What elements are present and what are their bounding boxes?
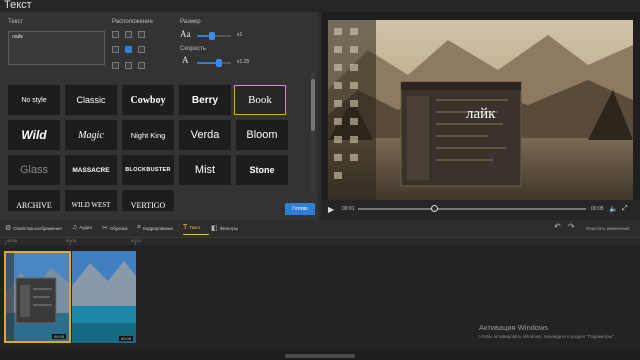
audio-icon: ♫ [72, 224, 78, 231]
undo-icon[interactable]: ↶ [554, 222, 561, 231]
style-cowboy[interactable]: Cowboy [122, 85, 174, 115]
text-input[interactable]: лайк [8, 31, 105, 65]
volume-icon[interactable]: 🔈 [609, 205, 618, 213]
seek-bar[interactable] [358, 205, 586, 212]
style-wild[interactable]: Wild [8, 120, 60, 150]
tab-label: Аудио [79, 225, 92, 230]
position-bottom-center[interactable] [125, 61, 132, 69]
tab-label: Свойства изображения [13, 225, 62, 231]
position-middle-center[interactable] [125, 46, 132, 54]
filter-icon: ◧ [211, 225, 218, 232]
position-label: Расположение [112, 19, 153, 25]
style-glass[interactable]: Glass [8, 155, 60, 185]
speed-label: Скорость [180, 46, 206, 52]
style-magic[interactable]: Magic [65, 120, 117, 150]
timeline-clip-2[interactable]: 00:05 [72, 251, 136, 343]
style-verda[interactable]: Verda [179, 120, 231, 150]
speed-icon: A [182, 55, 189, 65]
position-top-left[interactable] [112, 31, 119, 38]
clear-changes-button[interactable]: Очистить изменения [586, 226, 629, 231]
speed-slider[interactable] [197, 59, 231, 67]
preview-panel: лайк [321, 12, 640, 220]
tab-image-properties[interactable]: ⚙ Свойства изображения [5, 224, 62, 232]
size-value: x1 [237, 32, 243, 38]
position-top-right[interactable] [138, 31, 145, 38]
style-massacre[interactable]: MASSACRE [65, 155, 117, 185]
time-current: 00:01 [342, 206, 355, 212]
seek-knob[interactable] [431, 205, 438, 212]
tab-label: Кадрирование [142, 225, 174, 231]
timeline-ruler[interactable]: 00:00 00:05 00:10 [0, 237, 640, 245]
style-berry[interactable]: Berry [179, 85, 231, 115]
overlay-text[interactable]: лайк [466, 106, 495, 123]
clip-thumbnail [72, 251, 136, 343]
ruler-label: 00:00 [7, 238, 18, 243]
clip-duration: 00:05 [118, 336, 133, 341]
tab-audio[interactable]: ♫ Аудио [72, 224, 92, 231]
size-slider-knob[interactable] [209, 32, 215, 40]
window-title: Текст [4, 0, 32, 11]
player-controls: ▶ 00:01 00:05 🔈 ⤢ [321, 200, 640, 220]
tab-filters[interactable]: ◧ Фильтры [211, 224, 238, 232]
position-bottom-right[interactable] [138, 61, 145, 69]
tab-label: Обрезка [109, 225, 128, 231]
styles-scrollbar[interactable] [311, 73, 315, 193]
video-preview: лайк [328, 20, 633, 208]
ruler-label: 00:10 [131, 238, 142, 243]
tab-crop[interactable]: ⌗ Кадрирование [137, 224, 173, 232]
style-blockbuster[interactable]: BLOCKBUSTER [122, 155, 174, 185]
position-grid [112, 31, 152, 71]
text-icon: T [183, 224, 188, 231]
position-middle-left[interactable] [112, 46, 119, 54]
activation-watermark-title: Активация Windows [479, 323, 549, 332]
tab-label: Фильтры [219, 225, 238, 231]
size-icon: Aa [180, 29, 191, 39]
text-editor-window: Текст Текст лайк Расположение Размер Aa … [0, 0, 640, 360]
active-tab-indicator [183, 234, 209, 235]
position-bottom-left[interactable] [112, 61, 119, 69]
timeline-scrollbar[interactable] [285, 354, 355, 358]
ready-button[interactable]: Готово [285, 203, 315, 215]
style-night-king[interactable]: Night King [122, 120, 174, 150]
style-mist[interactable]: Mist [179, 155, 231, 185]
style-grid: No style Classic Cowboy Berry Book Wild … [8, 85, 290, 211]
activation-watermark-text: Чтобы активировать Windows, перейдите в … [479, 334, 615, 339]
edit-tabs: ⚙ Свойства изображения ♫ Аудио ✂ Обрезка… [0, 220, 640, 236]
style-classic[interactable]: Classic [65, 85, 117, 115]
style-archive[interactable]: ARCHIVE [8, 190, 60, 211]
position-top-center[interactable] [125, 31, 132, 38]
gear-icon: ⚙ [5, 225, 12, 232]
size-slider[interactable] [197, 32, 231, 40]
time-total: 00:05 [591, 206, 604, 212]
size-label: Размер [180, 19, 201, 25]
play-icon[interactable]: ▶ [328, 205, 334, 214]
style-vertigo[interactable]: VERTIGO [122, 190, 174, 211]
clip-duration: 00:05 [51, 334, 66, 339]
fullscreen-icon[interactable]: ⤢ [622, 205, 628, 213]
style-stone[interactable]: Stone [236, 155, 288, 185]
style-bloom[interactable]: Bloom [236, 120, 288, 150]
text-label: Текст [8, 19, 24, 25]
text-settings-panel: Текст лайк Расположение Размер Aa x1 Ско… [0, 12, 318, 220]
timeline-clip-1[interactable]: 00:05 [4, 251, 71, 343]
speed-value: x1.25 [237, 59, 250, 65]
position-middle-right[interactable] [138, 46, 145, 54]
speed-slider-knob[interactable] [216, 59, 222, 67]
redo-icon[interactable]: ↷ [568, 222, 575, 231]
style-book[interactable]: Book [234, 85, 286, 115]
style-wild-west[interactable]: WILD WEST [65, 190, 117, 211]
tab-trim[interactable]: ✂ Обрезка [102, 224, 128, 232]
title-bar: Текст [0, 0, 640, 12]
ruler-label: 00:05 [66, 238, 77, 243]
clip-thumbnail [6, 253, 69, 341]
tab-text[interactable]: T Текст [183, 224, 201, 231]
style-no-style[interactable]: No style [8, 85, 60, 115]
crop-icon: ✂ [102, 225, 108, 232]
tab-label: Текст [189, 225, 201, 230]
frame-icon: ⌗ [137, 224, 141, 231]
